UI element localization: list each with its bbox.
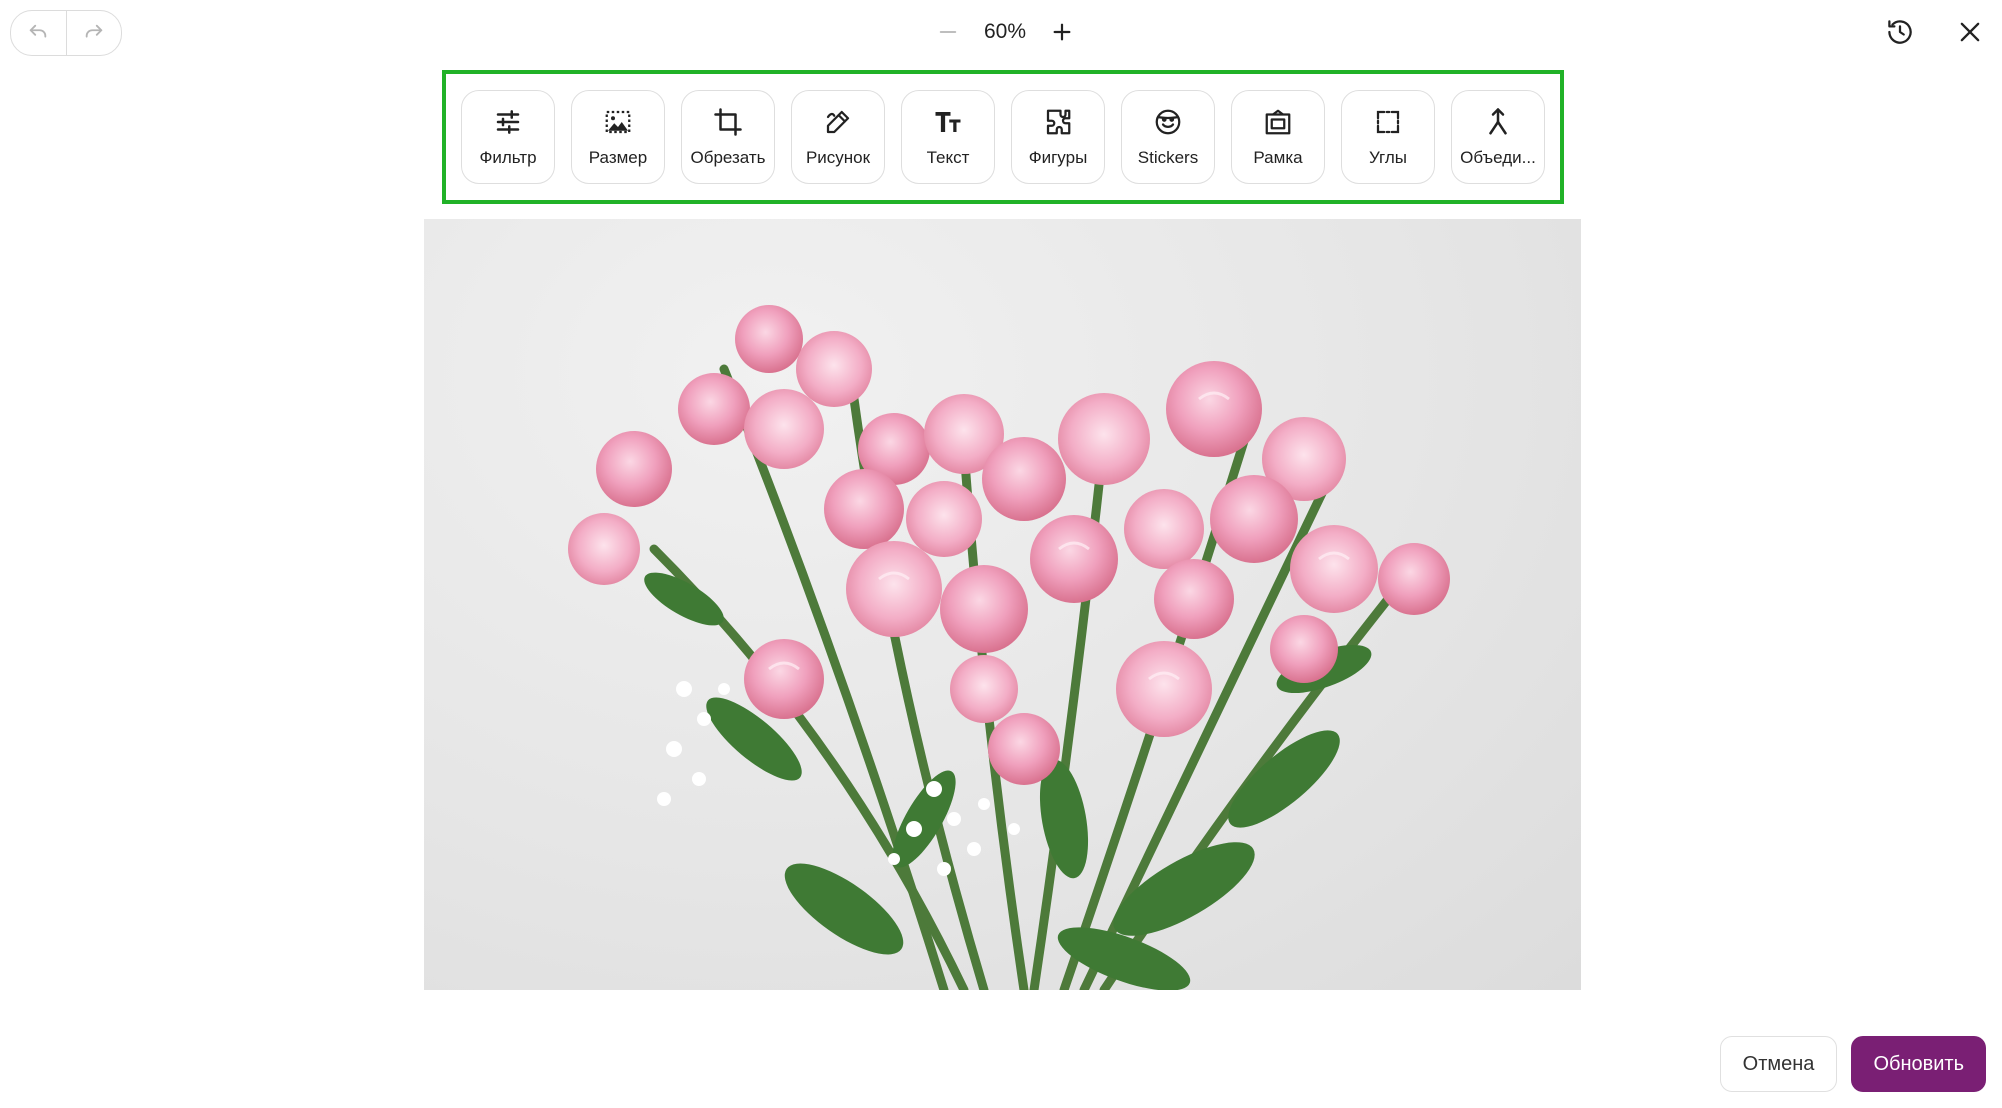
history-button[interactable] bbox=[1880, 12, 1920, 52]
crop-icon bbox=[712, 106, 744, 138]
top-right-controls bbox=[1880, 12, 1990, 52]
sticker-icon bbox=[1152, 106, 1184, 138]
tool-draw[interactable]: Рисунок bbox=[791, 90, 885, 184]
tool-resize[interactable]: Размер bbox=[571, 90, 665, 184]
tool-label: Stickers bbox=[1137, 148, 1199, 167]
cancel-button[interactable]: Отмена bbox=[1719, 1036, 1838, 1092]
tool-shapes[interactable]: Фигуры bbox=[1011, 90, 1105, 184]
minus-icon bbox=[939, 31, 957, 33]
zoom-level: 60% bbox=[983, 20, 1027, 43]
resize-icon bbox=[602, 106, 634, 138]
tool-stickers[interactable]: Stickers bbox=[1121, 90, 1215, 184]
close-button[interactable] bbox=[1950, 12, 1990, 52]
tool-label: Фильтр bbox=[479, 148, 537, 167]
history-controls bbox=[10, 10, 122, 56]
tool-merge[interactable]: Объеди... bbox=[1451, 90, 1545, 184]
zoom-in-button[interactable] bbox=[1044, 14, 1080, 50]
tool-frame[interactable]: Рамка bbox=[1231, 90, 1325, 184]
text-icon bbox=[932, 106, 964, 138]
dialog-actions: Отмена Обновить bbox=[1719, 1036, 1986, 1092]
plus-icon bbox=[1053, 23, 1071, 41]
redo-icon bbox=[85, 24, 102, 38]
tool-crop[interactable]: Обрезать bbox=[681, 90, 775, 184]
sliders-icon bbox=[492, 106, 524, 138]
update-button[interactable]: Обновить bbox=[1851, 1036, 1986, 1092]
tool-label: Размер bbox=[588, 148, 648, 167]
zoom-control: 60% bbox=[930, 10, 1080, 54]
merge-icon bbox=[1482, 106, 1514, 138]
tool-label: Углы bbox=[1368, 148, 1407, 167]
undo-button[interactable] bbox=[11, 11, 66, 55]
image-editor: 60% Фильтр Размер Обрезать Рисунок Текст… bbox=[0, 0, 2002, 1108]
tool-corners[interactable]: Углы bbox=[1341, 90, 1435, 184]
history-icon bbox=[1888, 20, 1912, 44]
corners-icon bbox=[1372, 106, 1404, 138]
zoom-out-button[interactable] bbox=[930, 14, 966, 50]
tool-label: Текст bbox=[926, 148, 970, 167]
tool-label: Рисунок bbox=[805, 148, 871, 167]
close-icon bbox=[1960, 22, 1980, 42]
image-canvas[interactable] bbox=[424, 219, 1581, 990]
shapes-icon bbox=[1042, 106, 1074, 138]
editor-toolbar: Фильтр Размер Обрезать Рисунок Текст Фиг… bbox=[442, 70, 1564, 204]
redo-button[interactable] bbox=[65, 11, 122, 55]
tool-label: Рамка bbox=[1253, 148, 1303, 167]
draw-icon bbox=[822, 106, 854, 138]
tool-label: Обрезать bbox=[690, 148, 766, 167]
tool-text[interactable]: Текст bbox=[901, 90, 995, 184]
frame-icon bbox=[1262, 106, 1294, 138]
undo-icon bbox=[30, 24, 47, 38]
tool-label: Объеди... bbox=[1460, 148, 1536, 167]
bouquet-photo bbox=[568, 305, 1450, 990]
tool-filter[interactable]: Фильтр bbox=[461, 90, 555, 184]
tool-label: Фигуры bbox=[1028, 148, 1088, 167]
